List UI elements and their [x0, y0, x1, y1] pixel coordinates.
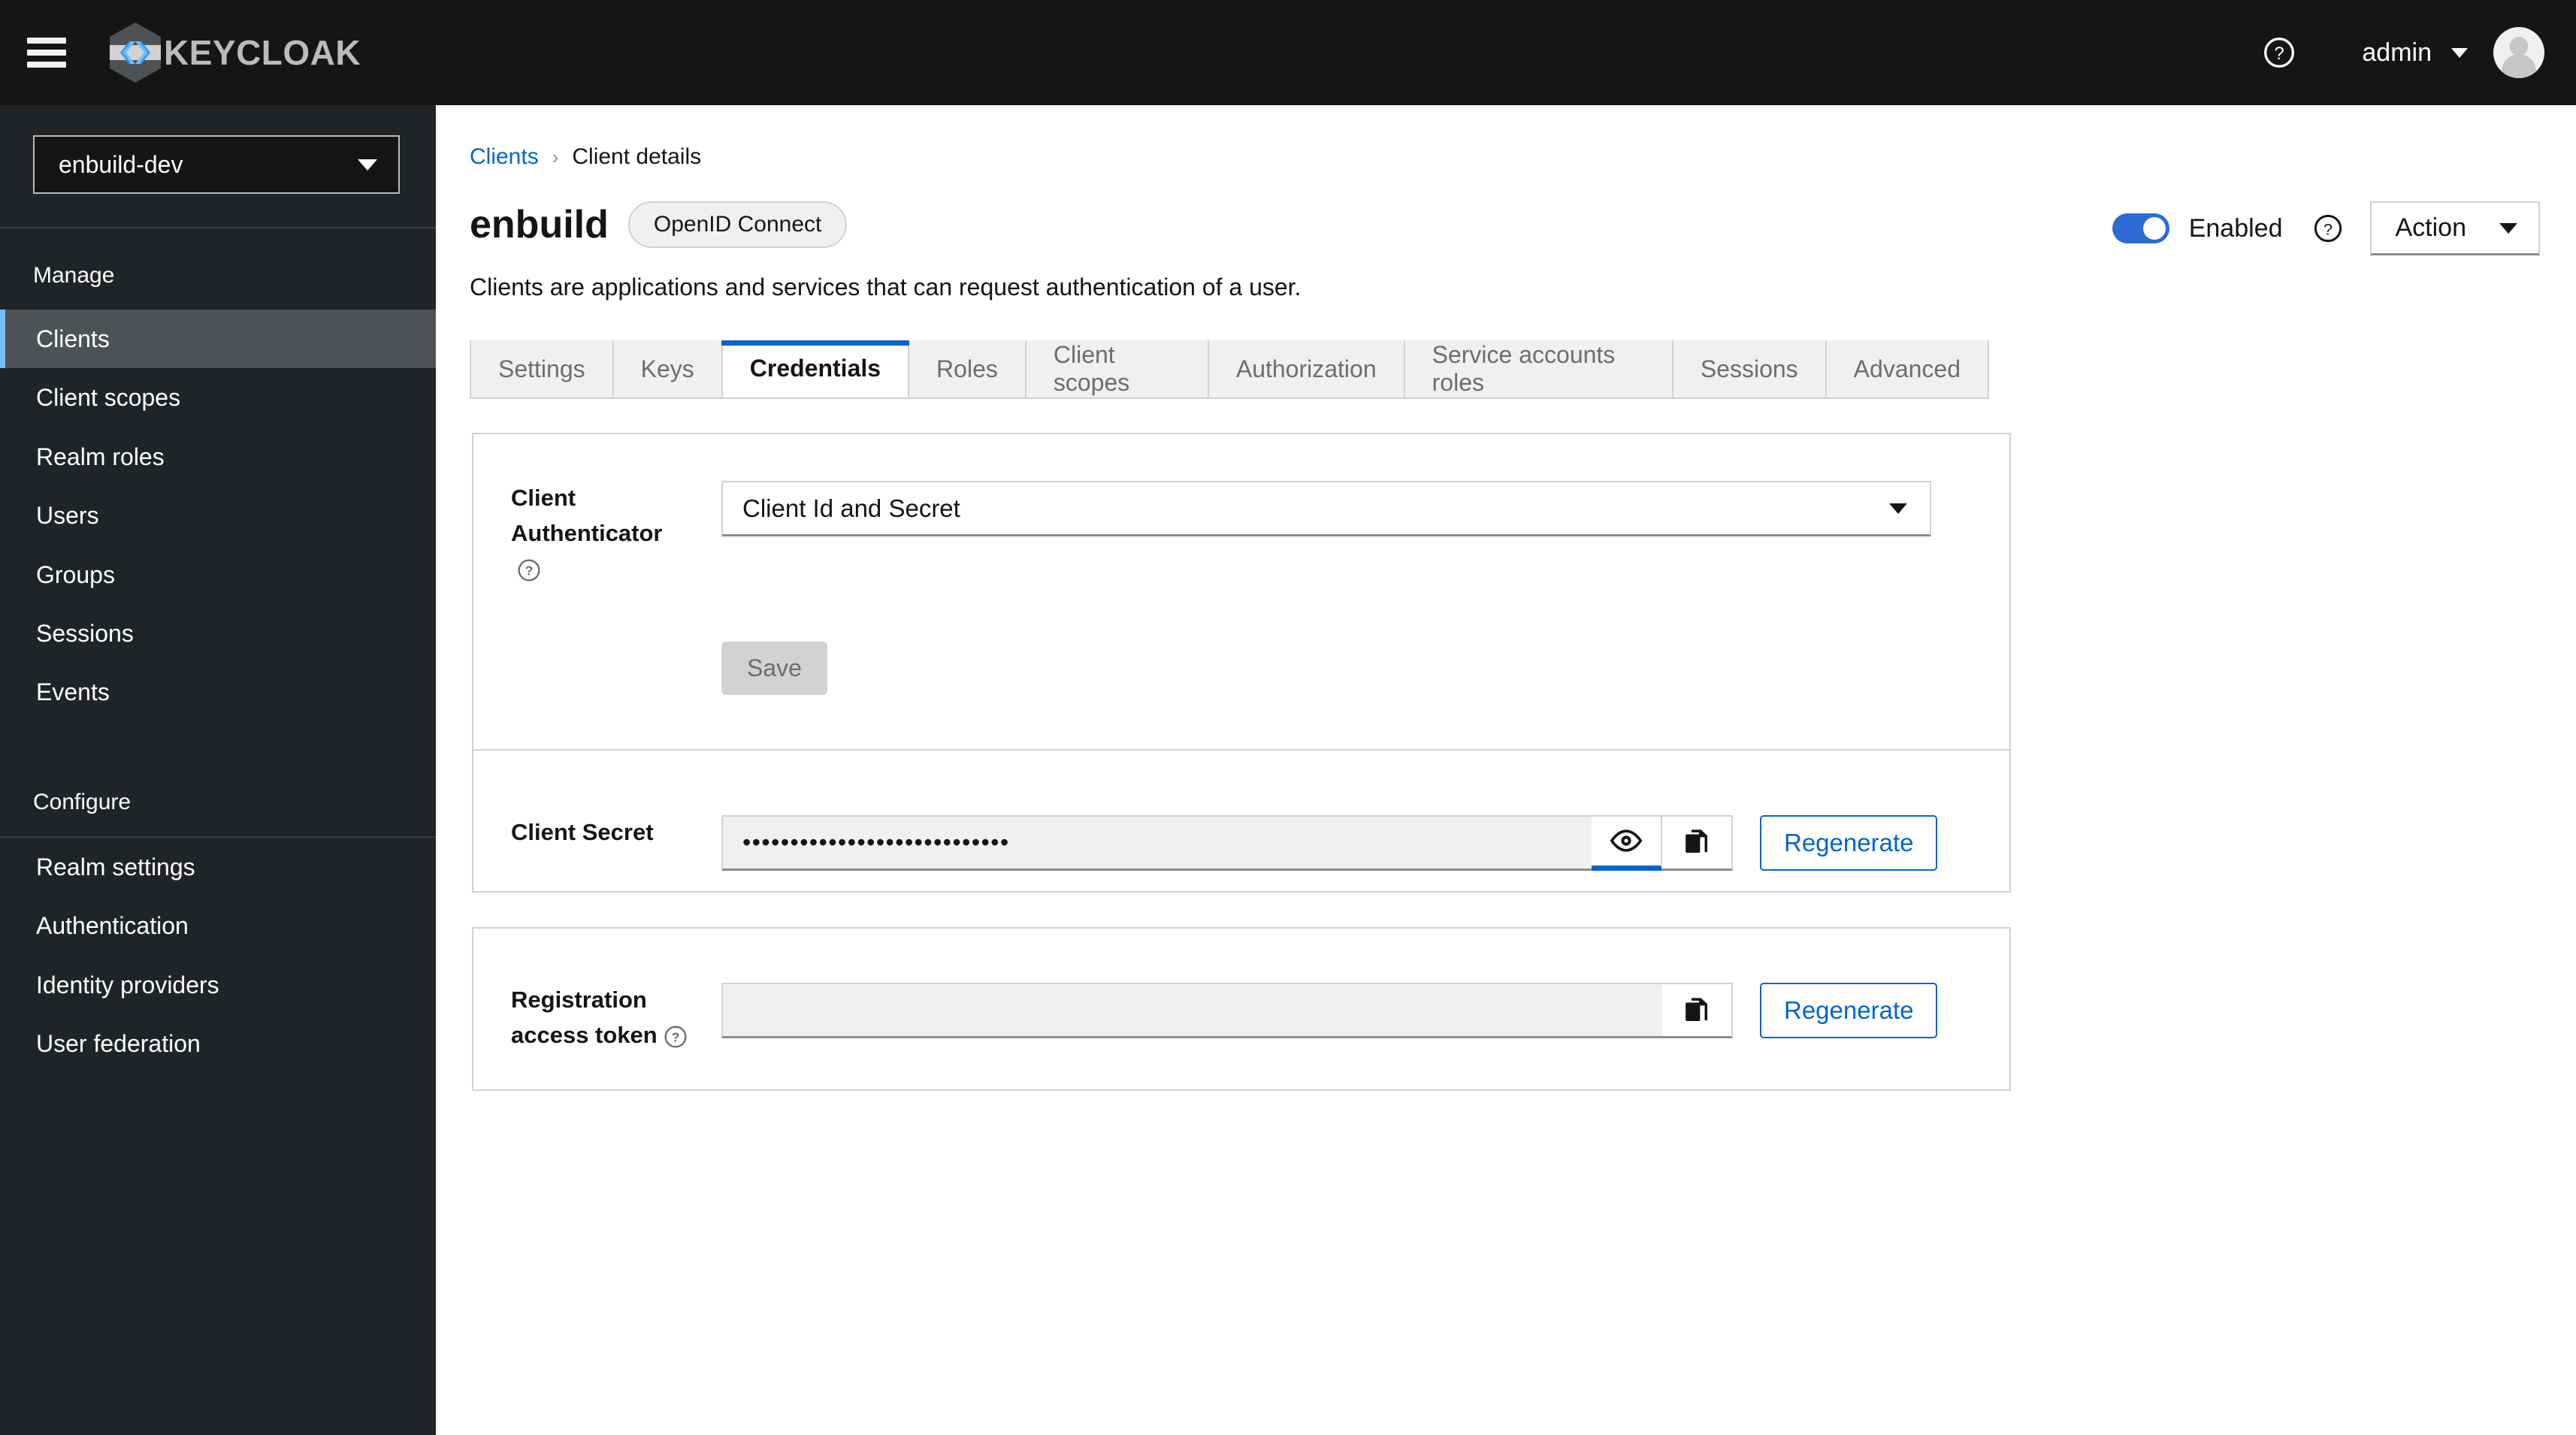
client-authenticator-value: Client Id and Secret [742, 494, 960, 522]
keycloak-logo-icon [110, 23, 161, 83]
sidebar-item-groups[interactable]: Groups [0, 545, 436, 604]
sidebar-item-realm-settings[interactable]: Realm settings [0, 838, 436, 896]
realm-selector-container: enbuild-dev [0, 105, 436, 227]
tab-bar: Settings Keys Credentials Roles Client s… [470, 340, 1989, 399]
tab-sessions[interactable]: Sessions [1673, 340, 1827, 397]
save-row: Save [473, 586, 2009, 749]
sidebar-item-client-scopes[interactable]: Client scopes [0, 368, 436, 427]
tab-authorization[interactable]: Authorization [1208, 340, 1405, 397]
registration-access-token-label: Registration access token ? [473, 983, 721, 1053]
save-button[interactable]: Save [721, 641, 827, 695]
client-authenticator-row: Client Authenticator ? Client Id and Sec… [473, 434, 2009, 586]
page-header-actions: Enabled ? Action [2112, 201, 2576, 255]
tab-advanced[interactable]: Advanced [1826, 340, 1989, 397]
page-subtitle: Clients are applications and services th… [470, 273, 1302, 301]
client-authenticator-label-text: Client Authenticator [511, 485, 663, 546]
regenerate-token-button[interactable]: Regenerate [1760, 983, 1938, 1038]
sidebar-item-user-federation[interactable]: User federation [0, 1014, 436, 1073]
caret-down-icon [2499, 222, 2517, 234]
breadcrumb-current: Client details [572, 144, 702, 169]
help-circle-icon[interactable]: ? [2263, 36, 2296, 69]
sidebar-item-identity-providers[interactable]: Identity providers [0, 956, 436, 1014]
toggle-knob [2142, 217, 2166, 240]
client-authenticator-control: Client Id and Secret [721, 481, 2009, 536]
hamburger-menu-icon[interactable] [27, 38, 66, 68]
caret-down-icon [358, 159, 377, 171]
breadcrumb-link-clients[interactable]: Clients [470, 144, 539, 170]
sidebar: enbuild-dev Manage Clients Client scopes… [0, 105, 436, 1435]
masthead: KEYCLOAK ? admin [0, 0, 2576, 105]
user-menu-button[interactable]: admin [2362, 38, 2468, 68]
svg-text:?: ? [2275, 44, 2284, 64]
client-secret-control: •••••••••••••••••••••••••••• Regenerate [721, 814, 2009, 871]
client-secret-input-group: •••••••••••••••••••••••••••• Regenerate [721, 814, 2009, 871]
tab-keys[interactable]: Keys [613, 340, 723, 397]
client-protocol-badge: OpenID Connect [627, 201, 848, 248]
sidebar-item-realm-roles[interactable]: Realm roles [0, 427, 436, 486]
eye-icon[interactable] [1592, 814, 1662, 871]
copy-icon[interactable] [1662, 814, 1733, 871]
page-title: enbuild [470, 203, 609, 246]
registration-access-token-label-text: Registration access token [511, 986, 658, 1048]
caret-down-icon [1889, 503, 1907, 514]
sidebar-item-clients[interactable]: Clients [0, 310, 436, 369]
help-circle-icon[interactable]: ? [2313, 213, 2343, 243]
hamburger-bar [27, 38, 66, 44]
action-menu-button[interactable]: Action [2369, 201, 2540, 255]
tab-service-accounts-roles[interactable]: Service accounts roles [1404, 340, 1673, 397]
tab-settings[interactable]: Settings [470, 340, 614, 397]
hamburger-bar [27, 50, 66, 56]
tab-credentials[interactable]: Credentials [721, 340, 910, 397]
client-authenticator-select[interactable]: Client Id and Secret [721, 481, 1931, 536]
client-secret-input[interactable]: •••••••••••••••••••••••••••• [721, 814, 1592, 871]
client-secret-row: Client Secret ••••••••••••••••••••••••••… [473, 751, 2009, 935]
page-header-left: enbuild OpenID Connect [470, 201, 848, 248]
user-avatar-icon[interactable] [2493, 27, 2544, 78]
registration-access-token-control: Regenerate [721, 983, 2009, 1038]
registration-access-token-input[interactable] [721, 983, 1662, 1038]
save-control: Save [721, 641, 2009, 695]
realm-selector-value: enbuild-dev [59, 150, 183, 178]
masthead-right: ? admin [2263, 27, 2576, 78]
breadcrumb: Clients › Client details [436, 105, 2576, 170]
caret-down-icon [2451, 47, 2468, 58]
nav-group-label-configure: Configure [33, 789, 132, 814]
breadcrumb-separator-icon: › [552, 145, 559, 168]
client-secret-section: Client Secret ••••••••••••••••••••••••••… [473, 751, 2009, 935]
tab-roles[interactable]: Roles [909, 340, 1026, 397]
sidebar-item-events[interactable]: Events [0, 663, 436, 721]
sidebar-item-sessions[interactable]: Sessions [0, 604, 436, 663]
help-circle-icon[interactable]: ? [517, 557, 541, 582]
svg-text:?: ? [671, 1030, 679, 1045]
svg-text:?: ? [2323, 219, 2332, 238]
client-authenticator-section: Client Authenticator ? Client Id and Sec… [473, 434, 2009, 749]
sidebar-item-authentication[interactable]: Authentication [0, 896, 436, 955]
page-header: enbuild OpenID Connect Enabled ? Action [436, 170, 2576, 255]
brand[interactable]: KEYCLOAK [101, 20, 361, 85]
regenerate-secret-button[interactable]: Regenerate [1760, 814, 1938, 871]
realm-selector[interactable]: enbuild-dev [33, 135, 400, 194]
tab-client-scopes[interactable]: Client scopes [1026, 340, 1209, 397]
credentials-card: Client Authenticator ? Client Id and Sec… [472, 433, 2011, 893]
brand-text: KEYCLOAK [164, 33, 361, 72]
help-circle-icon[interactable]: ? [664, 1024, 688, 1048]
client-authenticator-label: Client Authenticator ? [473, 481, 721, 586]
registration-access-token-row: Registration access token ? Regenerate [473, 929, 2009, 1107]
client-secret-label: Client Secret [511, 818, 654, 845]
registration-access-token-input-group: Regenerate [721, 983, 2009, 1038]
enabled-toggle-label: Enabled [2188, 213, 2283, 243]
sidebar-item-users[interactable]: Users [0, 486, 436, 545]
enabled-toggle[interactable] [2112, 213, 2169, 243]
svg-text:?: ? [525, 563, 534, 578]
hamburger-bar [27, 62, 66, 68]
user-name: admin [2362, 38, 2432, 67]
action-menu-label: Action [2395, 213, 2467, 242]
registration-access-token-card: Registration access token ? Regenerate [472, 927, 2011, 1091]
nav-group-label-manage: Manage [33, 263, 115, 288]
copy-icon[interactable] [1662, 983, 1733, 1038]
